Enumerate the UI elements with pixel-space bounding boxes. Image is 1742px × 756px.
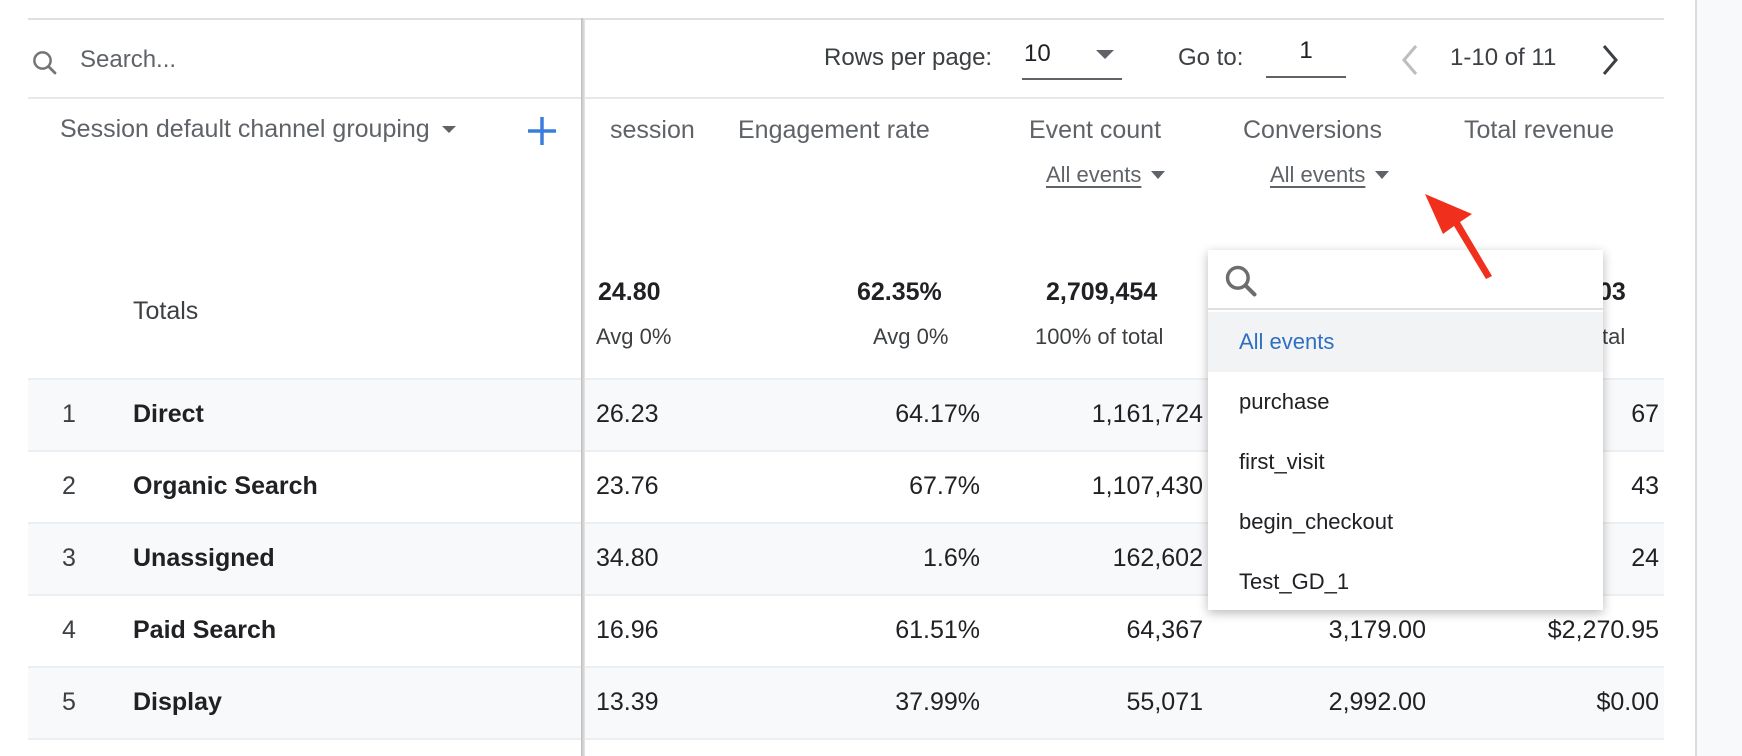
- top-divider: [28, 18, 1664, 20]
- row-index: 1: [62, 400, 76, 428]
- event-count-selector-label: All events: [1046, 162, 1142, 187]
- rows-per-page-value: 10: [1024, 40, 1051, 67]
- row-dimension-value[interactable]: Organic Search: [133, 472, 318, 501]
- plus-icon: [528, 117, 556, 145]
- total-per-session: 24.80: [598, 278, 661, 306]
- dimension-row[interactable]: 2 Organic Search: [28, 450, 581, 522]
- total-engagement-rate: 62.35%: [857, 278, 942, 306]
- row-dimension-value[interactable]: Paid Search: [133, 616, 276, 645]
- cell-total-revenue: $2,270.95: [1547, 616, 1659, 644]
- total-revenue-sub: tal: [1602, 324, 1626, 349]
- cell-engagement-rate: 64.17%: [895, 400, 980, 428]
- dropdown-option[interactable]: begin_checkout: [1208, 492, 1603, 552]
- dropdown-option[interactable]: first_visit: [1208, 432, 1603, 492]
- dropdown-option[interactable]: All events: [1208, 312, 1603, 372]
- cell-event-count: 162,602: [1112, 544, 1203, 572]
- event-count-event-selector[interactable]: All events: [1046, 162, 1166, 188]
- dropdown-search: [1208, 250, 1603, 310]
- rows-per-page-label: Rows per page:: [824, 44, 993, 71]
- event-filter-dropdown: All events purchase first_visit begin_check…: [1208, 250, 1603, 610]
- row-dimension-value[interactable]: Unassigned: [133, 544, 275, 573]
- dropdown-option[interactable]: purchase: [1208, 372, 1603, 432]
- sticky-column-divider: [581, 18, 585, 756]
- dimension-header-selector[interactable]: Session default channel grouping: [60, 115, 456, 144]
- page-gutter: [1695, 0, 1742, 756]
- cell-engagement-rate: 37.99%: [895, 688, 980, 716]
- cell-conversions: 2,992.00: [1328, 688, 1426, 716]
- row-index: 2: [62, 472, 76, 500]
- search-icon: [1225, 265, 1257, 297]
- total-event-count-sub: 100% of total: [1035, 324, 1164, 349]
- conversions-event-selector[interactable]: All events: [1270, 162, 1390, 188]
- cell-total-revenue: 67: [1631, 400, 1659, 428]
- chevron-left-icon: [1402, 45, 1418, 75]
- cell-engagement-rate: 67.7%: [909, 472, 980, 500]
- annotation-arrow-icon: [1425, 194, 1492, 279]
- total-per-session-sub: Avg 0%: [596, 324, 672, 349]
- conversions-selector-label: All events: [1270, 162, 1366, 187]
- column-header-per-session[interactable]: session: [610, 116, 695, 145]
- row-dimension-value[interactable]: Direct: [133, 400, 204, 429]
- dropdown-option[interactable]: Test_GD_1: [1208, 552, 1603, 612]
- goto-page-input[interactable]: [1266, 34, 1346, 78]
- cell-event-count: 55,071: [1126, 688, 1203, 716]
- cell-engagement-rate: 1.6%: [923, 544, 980, 572]
- column-header-event-count[interactable]: Event count: [1029, 116, 1161, 145]
- cell-per-session: 34.80: [596, 544, 659, 572]
- cell-event-count: 64,367: [1126, 616, 1203, 644]
- cell-per-session: 16.96: [596, 616, 659, 644]
- cell-per-session: 13.39: [596, 688, 659, 716]
- row-index: 5: [62, 688, 76, 716]
- rows-per-page-select[interactable]: 10: [1022, 36, 1122, 80]
- add-dimension-button[interactable]: [524, 113, 560, 149]
- cell-engagement-rate: 61.51%: [895, 616, 980, 644]
- cell-per-session: 26.23: [596, 400, 659, 428]
- chevron-right-icon: [1602, 45, 1618, 75]
- dimension-row[interactable]: 1 Direct: [28, 378, 581, 450]
- dimension-row[interactable]: 5 Display: [28, 666, 581, 738]
- totals-label: Totals: [133, 297, 199, 325]
- cell-total-revenue: $0.00: [1596, 688, 1659, 716]
- dimension-row[interactable]: 3 Unassigned: [28, 522, 581, 594]
- row-dimension-value[interactable]: Display: [133, 688, 222, 717]
- row-index: 4: [62, 616, 76, 644]
- chevron-down-icon: [1096, 50, 1114, 59]
- previous-page-button[interactable]: [1394, 40, 1426, 80]
- page-range-text: 1-10 of 11: [1450, 44, 1557, 71]
- chevron-down-icon: [1375, 171, 1390, 179]
- cell-total-revenue: 24: [1631, 544, 1659, 572]
- chevron-down-icon: [441, 126, 456, 133]
- table-search-input[interactable]: [80, 40, 500, 80]
- dimension-row[interactable]: 4 Paid Search: [28, 594, 581, 666]
- column-header-total-revenue[interactable]: Total revenue: [1464, 116, 1614, 145]
- row-index: 3: [62, 544, 76, 572]
- cell-event-count: 1,107,430: [1091, 472, 1203, 500]
- total-engagement-rate-sub: Avg 0%: [873, 324, 949, 349]
- cell-event-count: 1,161,724: [1091, 400, 1203, 428]
- cell-conversions: 3,179.00: [1328, 616, 1426, 644]
- chevron-down-icon: [1151, 171, 1166, 179]
- next-page-button[interactable]: [1594, 40, 1626, 80]
- dimension-header-label: Session default channel grouping: [60, 115, 430, 143]
- goto-label: Go to:: [1178, 44, 1244, 71]
- column-header-engagement-rate[interactable]: Engagement rate: [738, 116, 930, 145]
- cell-total-revenue: 43: [1631, 472, 1659, 500]
- search-icon: [33, 51, 57, 75]
- total-event-count: 2,709,454: [1046, 278, 1158, 306]
- cell-per-session: 23.76: [596, 472, 659, 500]
- column-header-conversions[interactable]: Conversions: [1243, 116, 1382, 145]
